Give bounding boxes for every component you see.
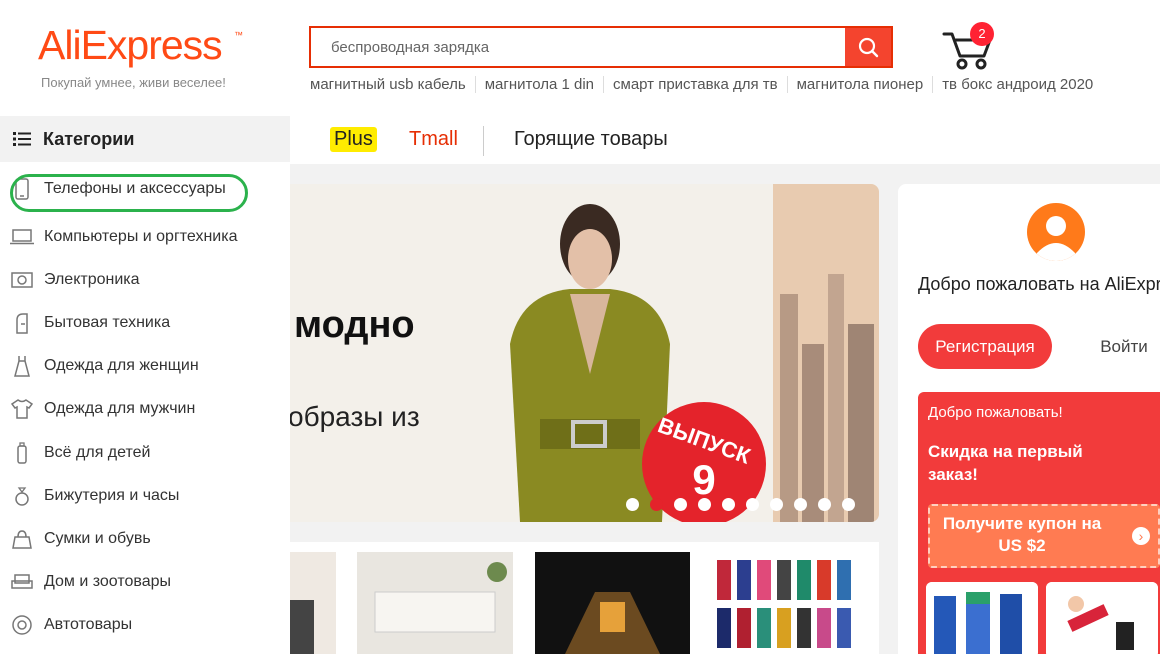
carousel-dot[interactable]: [674, 498, 687, 511]
laptop-icon: [10, 226, 34, 248]
category-label: Бытовая техника: [44, 313, 171, 331]
category-label: Компьютеры и оргтехника: [44, 227, 238, 245]
banner-headline: модно: [294, 304, 415, 346]
search-hint[interactable]: магнитола пионер: [786, 76, 933, 93]
category-label: Телефоны и аксессуары: [44, 179, 226, 197]
wheel-icon: [10, 614, 34, 636]
phone-icon: [10, 177, 34, 200]
category-electronics[interactable]: Электроника: [0, 258, 290, 301]
category-jewelry[interactable]: Бижутерия и часы: [0, 474, 290, 517]
categories-header[interactable]: Категории: [0, 116, 290, 162]
arrow-right-icon: ›: [1132, 527, 1150, 545]
category-label: Сумки и обувь: [44, 529, 151, 547]
trademark-mark: ™: [234, 30, 243, 40]
category-kids[interactable]: Всё для детей: [0, 431, 290, 474]
product-card[interactable]: [711, 552, 879, 654]
search-hint[interactable]: магнитола 1 din: [474, 76, 603, 93]
coupon-text: Получите купон на US $2: [942, 514, 1102, 555]
carousel-dot[interactable]: [722, 498, 735, 511]
dress-icon: [10, 355, 34, 377]
category-computers[interactable]: Компьютеры и оргтехника: [0, 215, 290, 258]
appliance-icon: [10, 312, 34, 334]
banner-image: [290, 184, 879, 522]
search-input[interactable]: [311, 28, 845, 66]
slogan: Покупай умнее, живи веселее!: [41, 75, 226, 90]
coupon-button[interactable]: Получите купон на US $2 ›: [928, 504, 1160, 568]
carousel-dot[interactable]: [626, 498, 639, 511]
promo-greeting: Добро пожаловать!: [928, 404, 1063, 421]
cart-count-badge: 2: [970, 22, 994, 46]
carousel-dot[interactable]: [746, 498, 759, 511]
category-home[interactable]: Дом и зоотовары: [0, 561, 290, 604]
product-thumbnail[interactable]: [1046, 582, 1158, 654]
carousel-dot[interactable]: [842, 498, 855, 511]
category-label: Бижутерия и часы: [44, 486, 180, 504]
category-label: Электроника: [44, 270, 140, 288]
aliexpress-logo[interactable]: AliExpress: [38, 22, 223, 69]
ring-icon: [10, 485, 34, 507]
header: AliExpress ™ Покупай умнее, живи веселее…: [0, 0, 1160, 116]
nav-hot-deals[interactable]: Горящие товары: [514, 128, 668, 151]
nav-divider: [483, 126, 484, 156]
category-label: Одежда для мужчин: [44, 400, 196, 418]
top-nav: Plus Tmall Горящие товары: [290, 116, 1160, 164]
category-label: Всё для детей: [44, 443, 151, 461]
search-hint[interactable]: тв бокс андроид 2020: [932, 76, 1102, 93]
search-hint[interactable]: смарт приставка для тв: [603, 76, 787, 93]
nav-tmall[interactable]: Tmall: [409, 128, 458, 151]
bag-icon: [10, 528, 34, 550]
camera-icon: [10, 269, 34, 291]
product-card[interactable]: [357, 552, 513, 654]
welcome-panel: Добро пожаловать на AliExpress Регистрац…: [898, 184, 1160, 654]
promo-discount-text: Скидка на первый заказ!: [928, 442, 1083, 484]
new-user-promo[interactable]: Добро пожаловать! Скидка на первый заказ…: [918, 392, 1160, 654]
bottle-icon: [10, 441, 34, 464]
search-icon: [858, 37, 879, 58]
search-hint[interactable]: магнитный usb кабель: [310, 76, 475, 93]
welcome-title: Добро пожаловать на AliExpress: [918, 274, 1160, 294]
carousel-dot[interactable]: [698, 498, 711, 511]
category-list: Телефоны и аксессуары Компьютеры и оргте…: [0, 162, 290, 647]
category-auto[interactable]: Автотовары: [0, 604, 290, 647]
search-suggestions: магнитный usb кабель магнитола 1 din смарт…: [310, 76, 1102, 93]
sofa-icon: [10, 571, 34, 593]
category-men[interactable]: Одежда для мужчин: [0, 388, 290, 431]
categories-sidebar: Категории Телефоны и аксессуары Компьюте…: [0, 116, 290, 654]
product-thumbnail[interactable]: [926, 582, 1038, 654]
category-label: Одежда для женщин: [44, 357, 199, 375]
banner-subline: образы из: [290, 401, 420, 432]
category-label: Дом и зоотовары: [44, 573, 172, 591]
product-card[interactable]: [535, 552, 690, 654]
carousel-dot[interactable]: [794, 498, 807, 511]
promo-banner[interactable]: модно образы из ВЫПУСК 9: [290, 184, 879, 522]
user-avatar-icon: [1027, 203, 1085, 261]
login-button[interactable]: Войти: [1064, 324, 1160, 369]
carousel-dot[interactable]: [770, 498, 783, 511]
nav-plus[interactable]: Plus: [330, 127, 377, 152]
category-label: Автотовары: [44, 616, 133, 634]
shirt-icon: [10, 398, 34, 420]
categories-title: Категории: [43, 128, 135, 149]
carousel-dot[interactable]: [650, 498, 663, 511]
category-appliances[interactable]: Бытовая техника: [0, 301, 290, 344]
carousel-dots: [626, 498, 855, 511]
category-phones[interactable]: Телефоны и аксессуары: [0, 162, 290, 215]
category-bags[interactable]: Сумки и обувь: [0, 517, 290, 560]
search-box: [309, 26, 893, 68]
search-button[interactable]: [845, 28, 891, 66]
list-icon: [13, 132, 31, 146]
carousel-dot[interactable]: [818, 498, 831, 511]
product-strip: [290, 542, 879, 654]
register-button[interactable]: Регистрация: [918, 324, 1052, 369]
category-women[interactable]: Одежда для женщин: [0, 345, 290, 388]
product-card[interactable]: [290, 552, 336, 654]
issue-number: 9: [692, 456, 716, 503]
